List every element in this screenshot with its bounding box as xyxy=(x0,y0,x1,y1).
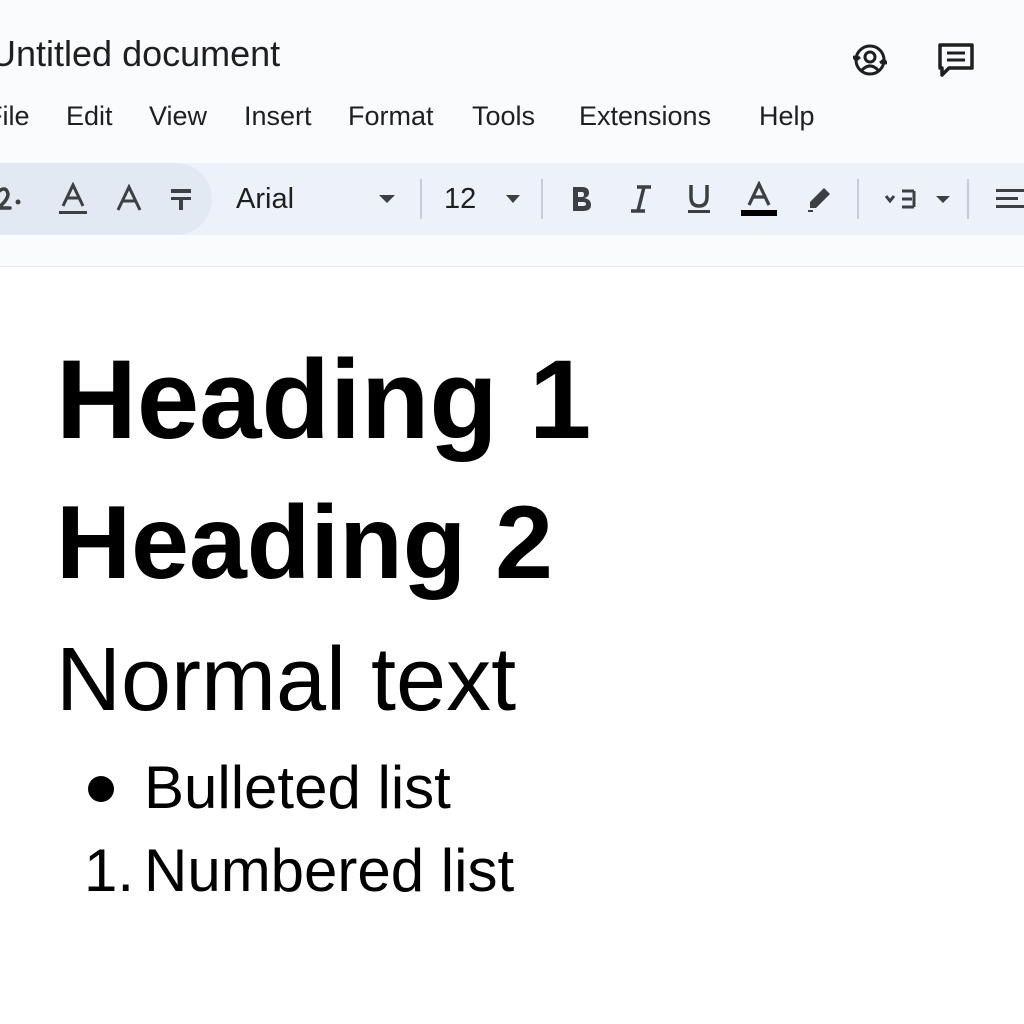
bulleted-list-text: Bulleted list xyxy=(144,754,451,821)
bulleted-list-item[interactable]: Bulleted list xyxy=(84,752,584,824)
menu-insert[interactable]: Insert xyxy=(244,96,312,136)
font-size-select[interactable]: 12 xyxy=(444,163,478,235)
bold-icon[interactable] xyxy=(564,163,598,235)
comment-icon[interactable] xyxy=(932,36,980,84)
document-title[interactable]: Untitled document xyxy=(0,30,284,78)
underline-icon[interactable] xyxy=(682,163,716,235)
toolbar-separator xyxy=(541,179,543,219)
document-body[interactable]: Heading 1 Heading 2 Normal text Bulleted… xyxy=(0,267,1024,1024)
menu-view[interactable]: View xyxy=(149,96,207,136)
align-left-icon[interactable] xyxy=(994,163,1024,235)
italic-icon[interactable] xyxy=(624,163,658,235)
font-family-select[interactable]: Arial xyxy=(236,163,306,235)
menu-bar: File Edit View Insert Format Tools Exten… xyxy=(0,96,1024,136)
list-number: 1. xyxy=(84,837,135,904)
menu-edit[interactable]: Edit xyxy=(66,96,113,136)
heading-2[interactable]: Heading 2 xyxy=(56,481,553,605)
toolbar-separator xyxy=(857,179,859,219)
numbered-list-text: Numbered list xyxy=(144,837,515,904)
menu-format[interactable]: Format xyxy=(348,96,434,136)
menu-extensions[interactable]: Extensions xyxy=(579,96,711,136)
header-area: Untitled document File Edit View Insert … xyxy=(0,0,1024,267)
formatting-toolbar: Arial 12 xyxy=(0,163,1024,235)
toolbar-separator xyxy=(967,179,969,219)
menu-tools[interactable]: Tools xyxy=(472,96,535,136)
menu-file[interactable]: File xyxy=(0,96,30,136)
spellcheck-icon[interactable] xyxy=(0,163,26,235)
line-spacing-icon[interactable] xyxy=(880,163,954,235)
docs-editor: Untitled document File Edit View Insert … xyxy=(0,0,1024,1024)
text-color-icon[interactable] xyxy=(738,163,780,235)
heading-1[interactable]: Heading 1 xyxy=(56,335,591,465)
highlight-icon[interactable] xyxy=(802,163,836,235)
text-size-icon[interactable] xyxy=(110,163,148,235)
menu-help[interactable]: Help xyxy=(759,96,815,136)
size-dropdown-icon[interactable] xyxy=(502,163,524,235)
normal-text[interactable]: Normal text xyxy=(56,625,516,735)
font-dropdown-icon[interactable] xyxy=(374,163,400,235)
toolbar-separator xyxy=(420,179,422,219)
collaborate-icon[interactable] xyxy=(846,36,894,84)
bullet-icon xyxy=(88,776,114,802)
clear-format-icon[interactable] xyxy=(164,163,198,235)
text-style-icon[interactable] xyxy=(52,163,94,235)
numbered-list-item[interactable]: 1. Numbered list xyxy=(84,835,584,907)
